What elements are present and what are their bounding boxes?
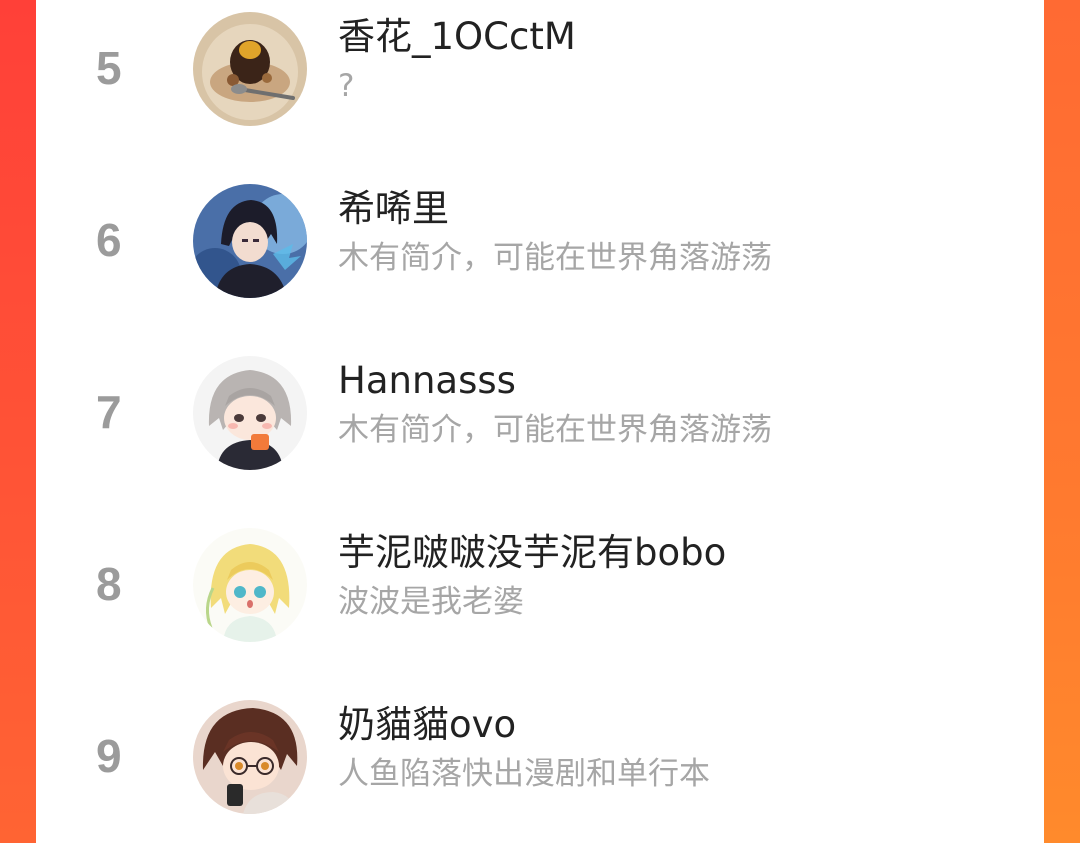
chibi-silver-haired-avatar[interactable] [193, 356, 307, 470]
right-accent-border [1044, 0, 1080, 843]
chibi-blonde-avatar[interactable] [193, 528, 307, 642]
ranking-row[interactable]: 9 奶貓貓ovo 人鱼陷落快出漫剧和单行本 [36, 700, 1044, 843]
user-name[interactable]: 希唏里 [338, 186, 449, 232]
user-bio: ? [338, 68, 355, 104]
dark-haired-character-avatar[interactable] [193, 184, 307, 298]
rank-number: 7 [96, 386, 122, 438]
dessert-avatar[interactable] [193, 12, 307, 126]
user-name[interactable]: 芋泥啵啵没芋泥有bobo [338, 530, 726, 576]
user-name[interactable]: 香花_1OCctM [338, 14, 576, 60]
ranking-row[interactable]: 8 芋泥啵啵没芋泥有bobo 波波是我老婆 [36, 528, 1044, 700]
rank-number: 9 [96, 730, 122, 782]
ranking-row[interactable]: 5 香花_1OCctM ? [36, 12, 1044, 184]
user-name[interactable]: Hannasss [338, 358, 516, 404]
left-accent-border [0, 0, 36, 843]
user-bio: 木有简介，可能在世界角落游荡 [338, 412, 772, 448]
user-bio: 波波是我老婆 [338, 584, 524, 620]
ranking-row[interactable]: 7 Hannasss 木有简介，可能在世界角落游荡 [36, 356, 1044, 528]
rank-number: 6 [96, 214, 122, 266]
rank-number: 5 [96, 42, 122, 94]
user-bio: 木有简介，可能在世界角落游荡 [338, 240, 772, 276]
rank-number: 8 [96, 558, 122, 610]
ranking-row[interactable]: 6 希唏里 木有简介，可能在世界角落游荡 [36, 184, 1044, 356]
user-bio: 人鱼陷落快出漫剧和单行本 [338, 756, 710, 792]
user-name[interactable]: 奶貓貓ovo [338, 702, 516, 748]
ranking-panel: 5 香花_1OCctM ? 6 希唏里 木有简介，可能在世界角落游荡 7 Han… [36, 0, 1044, 843]
brown-haired-glasses-avatar[interactable] [193, 700, 307, 814]
